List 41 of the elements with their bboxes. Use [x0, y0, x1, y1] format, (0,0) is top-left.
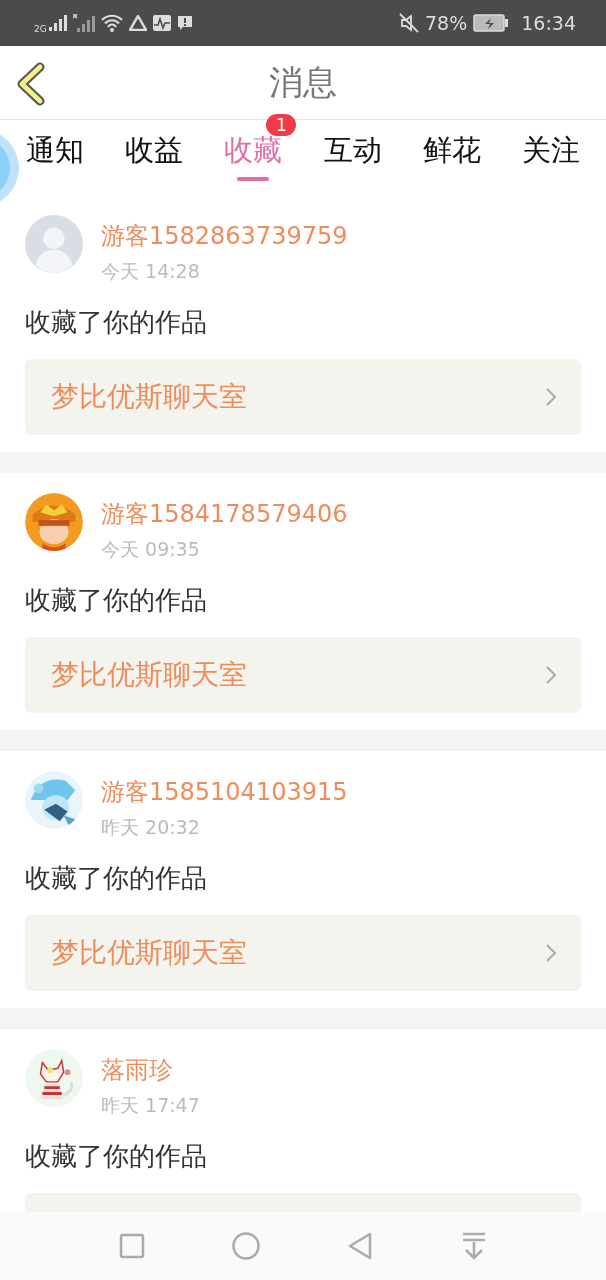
down-arrow-icon	[461, 1232, 487, 1260]
avatar-icon	[25, 215, 83, 273]
user-name[interactable]: 落雨珍	[101, 1055, 173, 1085]
clock: 16:34	[521, 12, 576, 34]
square-icon	[119, 1233, 145, 1259]
tab[interactable]: 关注	[517, 120, 584, 195]
chevron-right-icon	[545, 943, 557, 963]
message-time: 昨天 20:32	[101, 815, 200, 840]
message-time: 昨天 17:47	[101, 1093, 200, 1118]
message-text: 收藏了你的作品	[25, 1140, 207, 1173]
tab[interactable]: 互动	[319, 120, 386, 195]
chevron-right-icon	[545, 665, 557, 685]
battery-icon	[473, 14, 510, 32]
message-text: 收藏了你的作品	[25, 306, 207, 339]
message-icon	[176, 15, 193, 31]
wifi-icon	[100, 14, 123, 32]
network-label: 2G	[34, 24, 47, 34]
mute-icon	[399, 13, 419, 33]
triangle-icon	[347, 1232, 373, 1260]
battery-percent: 78%	[425, 12, 468, 34]
message-text: 收藏了你的作品	[25, 862, 207, 895]
message-time: 今天 09:35	[101, 537, 200, 562]
work-link[interactable]: 梦比优斯聊天室	[25, 637, 581, 713]
warning-icon	[128, 15, 147, 31]
work-link[interactable]: 梦比优斯聊天室	[25, 359, 581, 435]
page-title: 消息	[269, 60, 337, 104]
activity-icon	[152, 15, 171, 31]
work-link[interactable]: 梦比优斯聊天室	[25, 915, 581, 991]
chevron-right-icon	[545, 387, 557, 407]
message-text: 收藏了你的作品	[25, 584, 207, 617]
tab[interactable]: 鲜花	[418, 120, 485, 195]
tab[interactable]: 通知	[22, 120, 88, 195]
count-badge: 1	[266, 114, 297, 136]
circle-icon	[232, 1232, 260, 1260]
message-time: 今天 14:28	[101, 259, 200, 284]
user-name[interactable]: 游客1582863739759	[101, 221, 348, 251]
user-name[interactable]: 游客1584178579406	[101, 499, 348, 529]
signal-icon	[48, 15, 67, 31]
user-name[interactable]: 游客1585104103915	[101, 777, 348, 807]
tab[interactable]: 收益	[121, 120, 188, 195]
no-signal-icon	[72, 14, 95, 32]
